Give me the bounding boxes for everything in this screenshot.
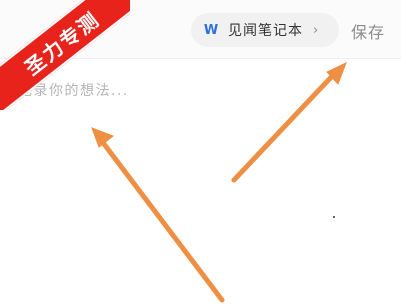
annotation-arrowhead-input (91, 127, 115, 148)
annotation-arrows (91, 62, 347, 303)
annotation-arrow-to-save (231, 69, 339, 183)
annotation-arrow-to-input (98, 137, 225, 303)
